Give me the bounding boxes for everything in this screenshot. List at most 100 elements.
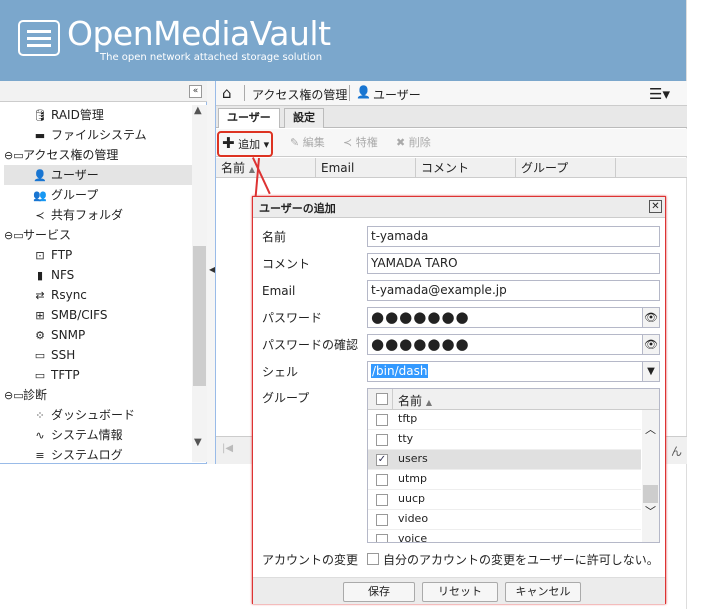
password-confirm-field[interactable]: ●●●●●●● 👁 <box>367 334 660 355</box>
sidebar-item-1[interactable]: ▬ ファイルシステム <box>32 125 147 145</box>
sidebar-item-5[interactable]: ≺ 共有フォルダ <box>32 205 123 225</box>
sidebar-item-4[interactable]: 👥 グループ <box>32 185 98 205</box>
close-icon[interactable]: ✕ <box>649 200 662 213</box>
folder-open-icon: ⊖▭ <box>4 389 24 402</box>
sidebar-item-label: システムログ <box>51 448 123 462</box>
comment-input[interactable]: YAMADA TARO <box>367 253 660 274</box>
sidebar-item-label: SSH <box>51 348 76 362</box>
sidebar-item-10[interactable]: ⊞ SMB/CIFS <box>32 305 107 325</box>
email-input[interactable]: t-yamada@example.jp <box>367 280 660 301</box>
name-input[interactable]: t-yamada <box>367 226 660 247</box>
scroll-down-icon[interactable]: ▼ <box>194 437 202 448</box>
sidebar-item-8[interactable]: ▮ NFS <box>32 265 74 285</box>
scroll-up-icon[interactable]: ▲ <box>194 105 202 116</box>
windows-icon: ⊞ <box>35 309 45 322</box>
first-page-icon[interactable]: |◀ <box>222 443 233 454</box>
sidebar-item-14[interactable]: ⊖▭診断 <box>4 385 47 405</box>
group-checkbox[interactable] <box>376 414 388 426</box>
group-grid-scroll-thumb[interactable] <box>643 485 658 503</box>
group-row[interactable]: utmp <box>368 470 641 490</box>
sidebar-item-label: ユーザー <box>51 168 99 182</box>
tab-settings[interactable]: 設定 <box>284 108 324 128</box>
group-row[interactable]: ✓ users <box>368 450 641 470</box>
page-scrollbar[interactable] <box>686 0 701 609</box>
sidebar-item-3[interactable]: 👤 ユーザー <box>4 165 192 185</box>
group-row[interactable]: voice <box>368 530 641 542</box>
sidebar-item-label: FTP <box>51 248 73 262</box>
home-icon[interactable]: ⌂ <box>222 84 232 102</box>
edit-icon: ✎ <box>290 136 300 149</box>
nav-tree-scroll-thumb[interactable] <box>193 246 206 386</box>
sidebar-item-13[interactable]: ▭ TFTP <box>32 365 80 385</box>
grid-header: 名前 ▲ Email コメント グループ <box>216 158 687 178</box>
folder-icon: ▬ <box>34 129 46 142</box>
menu-icon[interactable]: ☰▾ <box>649 85 670 103</box>
group-row[interactable]: video <box>368 510 641 530</box>
toolbar: ✚ 追加 ▾ ✎ 編集 ≺ 特権 ✖ 削除 <box>216 129 687 157</box>
column-email[interactable]: Email <box>316 158 416 178</box>
folder-open-icon: ⊖▭ <box>4 149 24 162</box>
sidebar-item-12[interactable]: ▭ SSH <box>32 345 75 365</box>
shell-value: /bin/dash <box>371 364 429 378</box>
save-button[interactable]: 保存 <box>343 582 415 602</box>
sidebar-item-11[interactable]: ⚙ SNMP <box>32 325 85 345</box>
sidebar-item-15[interactable]: ⁘ ダッシュボード <box>32 405 135 425</box>
edit-button-label: 編集 <box>302 136 325 149</box>
group-checkbox[interactable] <box>376 534 388 542</box>
reset-button[interactable]: リセット <box>422 582 498 602</box>
group-row[interactable]: tty <box>368 430 641 450</box>
column-divider <box>392 389 393 410</box>
sidebar-item-0[interactable]: 🛢 RAID管理 <box>32 105 104 125</box>
shell-label: シェル <box>262 365 299 379</box>
sidebar-item-17[interactable]: ≡ システムログ <box>32 445 123 465</box>
group-checkbox[interactable] <box>376 434 388 446</box>
account-change-checkbox[interactable] <box>367 553 379 565</box>
chevron-up-icon[interactable]: ︿ <box>645 421 656 437</box>
group-row[interactable]: uucp <box>368 490 641 510</box>
privileges-button[interactable]: ≺ 特権 <box>343 134 378 152</box>
group-name: users <box>398 452 428 465</box>
share-icon: ≺ <box>343 136 353 149</box>
sort-asc-icon: ▲ <box>248 165 255 174</box>
breadcrumb-page[interactable]: ユーザー <box>373 86 421 103</box>
sidebar-item-16[interactable]: ∿ システム情報 <box>32 425 122 445</box>
group-row[interactable]: tftp <box>368 410 641 430</box>
edit-button[interactable]: ✎ 編集 <box>290 134 325 152</box>
sidebar-item-6[interactable]: ⊖▭サービス <box>4 225 71 245</box>
add-button[interactable]: ✚ 追加 ▾ <box>222 134 269 152</box>
sidebar-item-9[interactable]: ⇄ Rsync <box>32 285 87 305</box>
cancel-button[interactable]: キャンセル <box>505 582 581 602</box>
group-checkbox[interactable] <box>376 474 388 486</box>
log-icon: ≡ <box>35 449 45 462</box>
comment-label: コメント <box>262 257 311 271</box>
sidebar-item-label: RAID管理 <box>51 108 104 122</box>
chevron-down-icon[interactable]: ▼ <box>642 361 660 382</box>
column-group[interactable]: グループ <box>516 158 616 178</box>
group-name: video <box>398 512 429 525</box>
group-checkbox[interactable] <box>376 514 388 526</box>
sidebar-item-label: ダッシュボード <box>51 408 136 422</box>
select-all-checkbox[interactable] <box>376 393 388 405</box>
collapse-double-left-icon[interactable]: « <box>189 85 202 98</box>
sidebar-item-label: Rsync <box>51 288 87 302</box>
delete-button[interactable]: ✖ 削除 <box>396 134 431 152</box>
folder-open-icon: ⊖▭ <box>4 229 24 242</box>
email-label: Email <box>262 284 296 298</box>
sort-asc-icon: ▲ <box>425 398 432 407</box>
column-name[interactable]: 名前 ▲ <box>216 158 316 178</box>
eye-icon[interactable]: 👁 <box>642 307 660 328</box>
sidebar-item-7[interactable]: ⊡ FTP <box>32 245 72 265</box>
password-field[interactable]: ●●●●●●● 👁 <box>367 307 660 328</box>
user-icon: 👤 <box>356 85 371 99</box>
eye-icon[interactable]: 👁 <box>642 334 660 355</box>
shell-select[interactable]: /bin/dash ▼ <box>367 361 660 382</box>
group-column-name[interactable]: 名前 ▲ <box>398 392 432 409</box>
password-value: ●●●●●●● <box>371 308 470 326</box>
column-comment[interactable]: コメント <box>416 158 516 178</box>
group-checkbox[interactable] <box>376 494 388 506</box>
tab-users[interactable]: ユーザー <box>218 108 280 128</box>
sidebar-item-2[interactable]: ⊖▭アクセス権の管理 <box>4 145 118 165</box>
breadcrumb-section[interactable]: アクセス権の管理 <box>252 86 347 103</box>
chevron-down-icon[interactable]: ﹀ <box>645 503 656 519</box>
group-checkbox[interactable]: ✓ <box>376 454 388 466</box>
